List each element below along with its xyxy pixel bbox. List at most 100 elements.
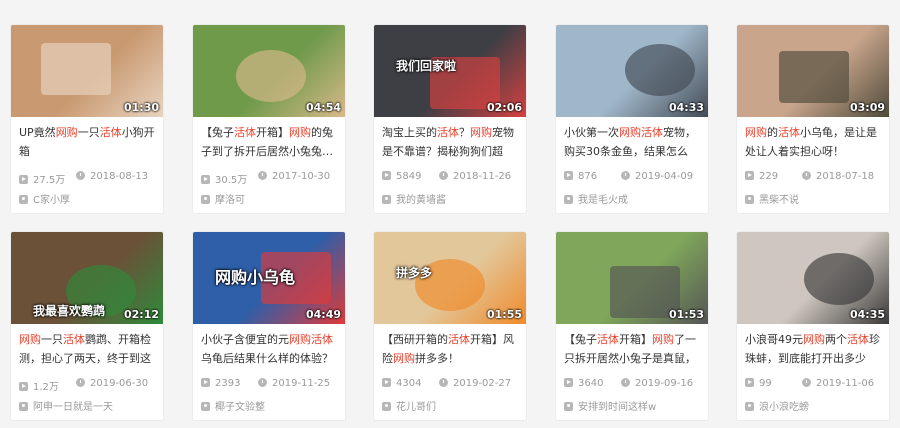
thumbnail-subject [804, 253, 874, 305]
title-keyword-highlight: 活体 [597, 333, 619, 346]
video-title[interactable]: 网购的活体小乌龟，是让是处让人着实担心呀！ [745, 123, 883, 161]
uploader-name[interactable]: C家小厚 [33, 195, 70, 206]
view-count-text: 3640 [578, 378, 604, 389]
video-title[interactable]: 小浪哥49元网购两个活体珍珠蚌，到底能打开出多少 [745, 330, 883, 368]
video-thumbnail[interactable]: 04:33 [556, 25, 708, 117]
uploader-name[interactable]: 安排到时间这样w [578, 402, 656, 413]
video-card[interactable]: 我最喜欢鹦鹉 02:12 网购一只活体鹦鹉、开箱检测，担心了两天，终于到这 1.2万 2… [11, 232, 163, 420]
video-duration: 02:12 [123, 308, 159, 321]
title-text: 开箱】 [619, 333, 652, 346]
uploader[interactable]: 椰子文验整 [201, 398, 341, 413]
thumbnail-subject [779, 51, 849, 103]
uploader-name[interactable]: 花儿哥们 [396, 402, 436, 413]
video-thumbnail[interactable]: 03:09 [737, 25, 889, 117]
title-keyword-highlight: 网购 [745, 126, 767, 139]
upload-date: 2019-11-25 [258, 378, 330, 389]
video-card[interactable]: 04:33 小伙第一次网购活体宠物，购买30条金鱼，结果怎么 876 2019-04-… [556, 25, 708, 213]
title-keyword-highlight: 网购 [55, 126, 78, 139]
uploader-name[interactable]: 椰子文验整 [215, 402, 265, 413]
title-keyword-highlight: 网购活体 [619, 126, 663, 139]
title-text: 一只 [77, 126, 100, 139]
uploader[interactable]: 阿申一日就是一天 [19, 398, 159, 413]
video-thumbnail[interactable]: 04:35 [737, 232, 889, 324]
uploader-icon [19, 402, 28, 411]
uploader[interactable]: 黑柴不说 [745, 191, 885, 206]
clock-icon [621, 378, 630, 387]
video-stats: 3640 2019-09-16 [564, 378, 704, 392]
thumbnail-caption: 我最喜欢鹦鹉 [33, 304, 106, 318]
title-keyword-highlight: 活体 [99, 126, 122, 139]
video-thumbnail[interactable]: 我最喜欢鹦鹉 02:12 [11, 232, 163, 324]
uploader-name[interactable]: 我的黄墙酱 [396, 195, 446, 206]
upload-date-text: 2017-10-30 [272, 171, 331, 182]
upload-date: 2018-08-13 [76, 171, 148, 182]
upload-date-text: 2018-07-18 [816, 171, 875, 182]
clock-icon [439, 171, 448, 180]
title-text: 一只 [41, 333, 63, 346]
video-title[interactable]: 【兔子活体开箱】网购的兔子到了拆开后居然小兔兔是真的 [201, 123, 339, 161]
video-thumbnail[interactable]: 01:30 [11, 25, 163, 117]
uploader[interactable]: 我的黄墙酱 [382, 191, 522, 206]
video-duration: 02:06 [486, 101, 522, 114]
view-count: 876 [564, 171, 597, 182]
video-duration: 01:53 [668, 308, 704, 321]
title-text: 【西研开箱的 [382, 333, 448, 346]
video-title[interactable]: 【兔子活体开箱】网购了一只拆开居然小兔子是真鼠， [564, 330, 702, 368]
thumbnail-subject [625, 44, 695, 96]
uploader-name[interactable]: 我是毛火成 [578, 195, 628, 206]
thumbnail-caption: 我们回家啦 [396, 59, 457, 73]
clock-icon [258, 378, 267, 387]
video-thumbnail[interactable]: 拼多多 01:55 [374, 232, 526, 324]
view-count: 3640 [564, 378, 603, 389]
video-card[interactable]: 03:09 网购的活体小乌龟，是让是处让人着实担心呀！ 229 2018-07-18 黑… [737, 25, 889, 213]
title-text: ？ [459, 126, 470, 139]
video-duration: 04:54 [305, 101, 341, 114]
video-thumbnail[interactable]: 网购小乌龟 04:49 [193, 232, 345, 324]
view-count-text: 1.2万 [33, 382, 59, 393]
clock-icon [76, 171, 85, 180]
title-keyword-highlight: 活体 [234, 126, 256, 139]
video-card[interactable]: 网购小乌龟 04:49 小伙子含便宜的元网购活体乌龟后结果什么样的体验？ 2393 20… [193, 232, 345, 420]
video-title[interactable]: UP竟然网购一只活体小狗开箱 [19, 123, 157, 161]
title-text: 【兔子 [201, 126, 234, 139]
uploader-name[interactable]: 摩洛可 [215, 195, 245, 206]
video-card[interactable]: 拼多多 01:55 【西研开箱的活体开箱】风险网购拼多多！ 4304 2019-02-2… [374, 232, 526, 420]
view-count: 2393 [201, 378, 240, 389]
title-keyword-highlight: 活体 [778, 126, 800, 139]
video-stats: 229 2018-07-18 [745, 171, 885, 185]
video-card[interactable]: 04:54 【兔子活体开箱】网购的兔子到了拆开后居然小兔兔是真的 30.5万 2017… [193, 25, 345, 213]
uploader-icon [201, 195, 210, 204]
video-title[interactable]: 【西研开箱的活体开箱】风险网购拼多多！ [382, 330, 520, 368]
title-text: 两个 [825, 333, 847, 346]
view-count: 229 [745, 171, 778, 182]
video-card[interactable]: 我们回家啦 02:06 淘宝上买的活体？网购宠物是不靠谱？揭秘狗狗们超 5849 201… [374, 25, 526, 213]
video-thumbnail[interactable]: 我们回家啦 02:06 [374, 25, 526, 117]
video-card[interactable]: 01:30 UP竟然网购一只活体小狗开箱 27.5万 2018-08-13 C家小厚 [11, 25, 163, 213]
uploader-name[interactable]: 黑柴不说 [759, 195, 799, 206]
uploader[interactable]: 浪小浪吃螃 [745, 398, 885, 413]
uploader[interactable]: 我是毛火成 [564, 191, 704, 206]
video-card[interactable]: 01:53 【兔子活体开箱】网购了一只拆开居然小兔子是真鼠， 3640 2019-09… [556, 232, 708, 420]
upload-date-text: 2019-04-09 [635, 171, 694, 182]
video-title[interactable]: 小伙子含便宜的元网购活体乌龟后结果什么样的体验？ [201, 330, 339, 368]
video-title[interactable]: 小伙第一次网购活体宠物，购买30条金鱼，结果怎么 [564, 123, 702, 161]
video-stats: 5849 2018-11-26 [382, 171, 522, 185]
title-text: 拼多多！ [415, 352, 459, 365]
title-text: 开箱】 [256, 126, 289, 139]
uploader-icon [564, 195, 573, 204]
view-count: 30.5万 [201, 171, 247, 186]
view-count-text: 4304 [396, 378, 422, 389]
uploader-name[interactable]: 浪小浪吃螃 [759, 402, 809, 413]
uploader[interactable]: 安排到时间这样w [564, 398, 704, 413]
video-thumbnail[interactable]: 01:53 [556, 232, 708, 324]
video-title[interactable]: 淘宝上买的活体？网购宠物是不靠谱？揭秘狗狗们超 [382, 123, 520, 161]
video-duration: 01:55 [486, 308, 522, 321]
video-title[interactable]: 网购一只活体鹦鹉、开箱检测，担心了两天，终于到这 [19, 330, 157, 368]
title-keyword-highlight: 网购 [19, 333, 41, 346]
video-thumbnail[interactable]: 04:54 [193, 25, 345, 117]
uploader-name[interactable]: 阿申一日就是一天 [33, 402, 113, 413]
uploader[interactable]: 花儿哥们 [382, 398, 522, 413]
video-card[interactable]: 04:35 小浪哥49元网购两个活体珍珠蚌，到底能打开出多少 99 2019-11-0… [737, 232, 889, 420]
uploader[interactable]: C家小厚 [19, 191, 159, 206]
uploader[interactable]: 摩洛可 [201, 191, 341, 206]
